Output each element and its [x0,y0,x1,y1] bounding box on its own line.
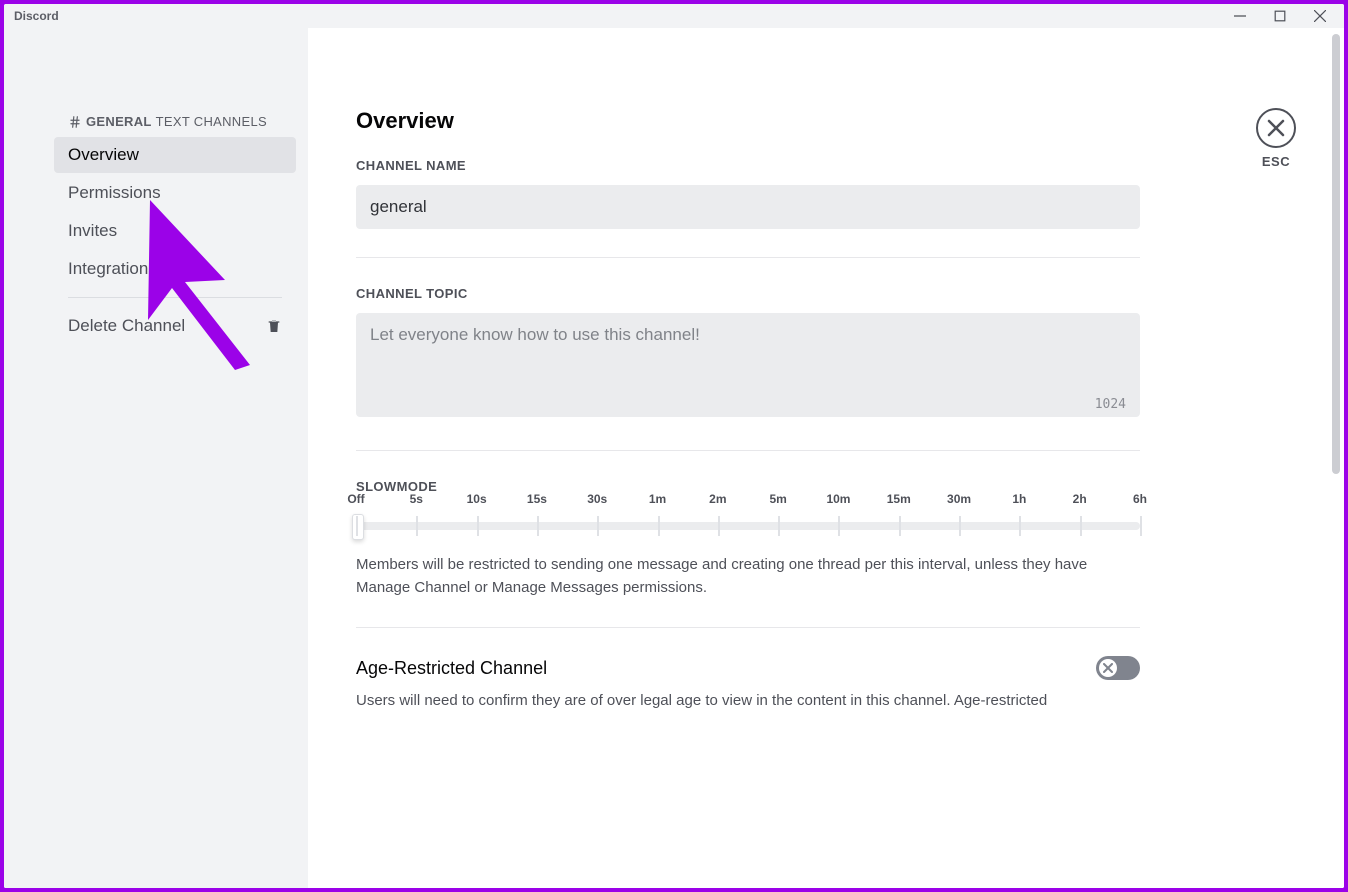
toggle-off-icon [1103,663,1113,673]
slider-tick [477,516,479,536]
section-divider [356,450,1140,451]
slider-tick-label: 10m [826,492,850,506]
slider-tick-label: 1m [649,492,666,506]
sidebar-delete-channel[interactable]: Delete Channel [54,308,296,344]
esc-label: ESC [1262,154,1290,169]
slider-tick [537,516,539,536]
slider-tick-label: 1h [1012,492,1026,506]
slider-tick-label: 5m [769,492,786,506]
close-settings-button[interactable] [1256,108,1296,148]
slider-tick-label: 6h [1133,492,1147,506]
slider-handle[interactable] [352,514,364,540]
age-restricted-description: Users will need to confirm they are of o… [356,690,1140,713]
slider-tick [718,516,720,536]
slider-tick-label: 30s [587,492,607,506]
sidebar-item-label: Invites [68,221,117,240]
delete-channel-label: Delete Channel [68,316,185,336]
slider-tick [778,516,780,536]
toggle-knob [1099,659,1117,677]
age-restricted-title: Age-Restricted Channel [356,658,547,679]
sidebar-separator [68,297,282,298]
trash-icon [266,318,282,334]
slider-tick [1080,516,1082,536]
slider-tick [1019,516,1021,536]
page-title: Overview [356,108,1140,134]
close-icon [1267,119,1285,137]
app-name: Discord [14,9,59,23]
slider-tick [1140,516,1142,536]
sidebar-item-integrations[interactable]: Integrations [54,251,296,287]
sidebar-item-label: Integrations [68,259,157,278]
slider-tick [899,516,901,536]
channel-group-header: TEXT CHANNELS [156,114,267,129]
slider-tick [356,516,358,536]
section-divider [356,627,1140,628]
sidebar-item-permissions[interactable]: Permissions [54,175,296,211]
scrollbar[interactable] [1332,34,1340,474]
sidebar-item-overview[interactable]: Overview [54,137,296,173]
section-divider [356,257,1140,258]
window-titlebar: Discord [4,4,1344,28]
channel-name-header: GENERAL [86,114,152,129]
sidebar-channel-header: GENERAL TEXT CHANNELS [54,108,296,135]
window-minimize-button[interactable] [1232,8,1248,24]
slider-tick-label: 2m [709,492,726,506]
slider-tick-label: 30m [947,492,971,506]
sidebar-item-invites[interactable]: Invites [54,213,296,249]
channel-topic-textarea[interactable] [356,313,1140,417]
slider-tick-label: 5s [410,492,423,506]
window-maximize-button[interactable] [1272,8,1288,24]
char-count: 1024 [1095,397,1126,412]
slowmode-help: Members will be restricted to sending on… [356,554,1140,599]
sidebar-item-label: Permissions [68,183,161,202]
slider-tick-label: 15s [527,492,547,506]
hash-icon [68,115,82,129]
channel-name-label: CHANNEL NAME [356,158,1140,173]
sidebar-item-label: Overview [68,145,139,164]
slider-tick-label: 10s [467,492,487,506]
channel-name-input[interactable] [356,185,1140,229]
slider-tick [658,516,660,536]
slowmode-slider[interactable]: Off5s10s15s30s1m2m5m10m15m30m1h2h6h [356,522,1140,530]
slider-tick-label: Off [347,492,364,506]
slider-tick [838,516,840,536]
slider-tick-label: 2h [1073,492,1087,506]
slider-tick [597,516,599,536]
slider-tick [416,516,418,536]
window-close-button[interactable] [1312,8,1328,24]
channel-topic-label: CHANNEL TOPIC [356,286,1140,301]
settings-main: Overview CHANNEL NAME CHANNEL TOPIC 1024… [308,28,1344,888]
age-restricted-toggle[interactable] [1096,656,1140,680]
settings-sidebar: GENERAL TEXT CHANNELS Overview Permissio… [4,28,308,888]
slider-tick [959,516,961,536]
slider-tick-label: 15m [887,492,911,506]
